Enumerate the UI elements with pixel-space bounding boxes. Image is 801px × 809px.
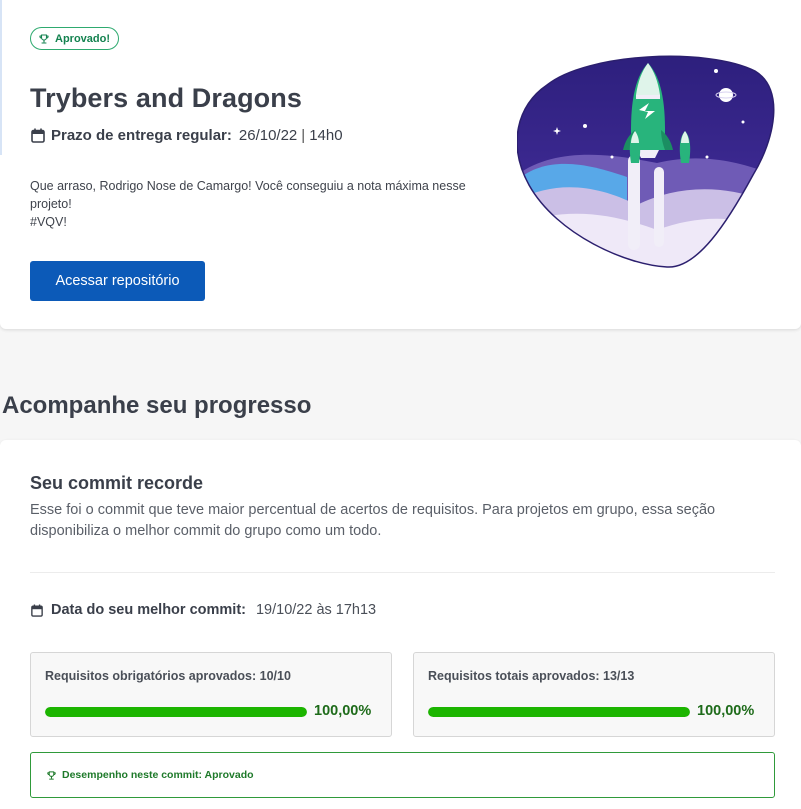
mandatory-progress-fill — [45, 707, 307, 717]
project-title: Trybers and Dragons — [30, 83, 302, 113]
mandatory-progress-bar — [45, 707, 307, 717]
commit-record-title: Seu commit recorde — [30, 473, 204, 493]
calendar-icon — [31, 604, 43, 617]
deadline-time: 14h0 — [309, 127, 343, 144]
performance-banner: Desempenho neste commit: Aprovado — [30, 752, 775, 798]
congrats-message: Que arraso, Rodrigo Nose de Camargo! Voc… — [30, 177, 510, 231]
deadline-row: Prazo de entrega regular: 26/10/22 | 14h… — [31, 127, 343, 144]
deadline-label: Prazo de entrega regular: — [51, 127, 232, 144]
mandatory-requirements-label: Requisitos obrigatórios aprovados: 10/10 — [45, 669, 291, 683]
best-commit-label: Data do seu melhor commit: — [51, 602, 246, 618]
best-commit-row: Data do seu melhor commit: 19/10/22 às 1… — [31, 602, 376, 618]
total-progress-bar — [428, 707, 690, 717]
total-requirements-box: Requisitos totais aprovados: 13/13 100,0… — [413, 652, 775, 737]
rocket-illustration — [517, 55, 775, 268]
total-percent: 100,00% — [697, 703, 755, 719]
total-progress-fill — [428, 707, 690, 717]
approved-badge-label: Aprovado! — [55, 32, 110, 45]
access-repository-button[interactable]: Acessar repositório — [30, 261, 205, 301]
mandatory-requirements-box: Requisitos obrigatórios aprovados: 10/10… — [30, 652, 392, 737]
deadline-separator: | — [301, 127, 306, 144]
congrats-hashtag: #VQV! — [30, 215, 67, 229]
best-commit-value: 19/10/22 às 17h13 — [255, 602, 377, 618]
card-accent — [0, 0, 2, 155]
trophy-icon — [39, 33, 49, 44]
approved-badge: Aprovado! — [30, 27, 119, 50]
total-requirements-label: Requisitos totais aprovados: 13/13 — [428, 669, 635, 683]
commit-record-description: Esse foi o commit que teve maior percent… — [30, 502, 716, 539]
divider — [30, 572, 775, 573]
trophy-icon — [47, 770, 56, 780]
calendar-icon — [31, 128, 45, 143]
deadline-date: 26/10/22 — [238, 127, 298, 144]
progress-section-title: Acompanhe seu progresso — [2, 392, 312, 419]
congrats-text: Que arraso, Rodrigo Nose de Camargo! Voc… — [30, 179, 466, 211]
performance-text: Desempenho neste commit: Aprovado — [62, 769, 254, 781]
mandatory-percent: 100,00% — [314, 703, 372, 719]
